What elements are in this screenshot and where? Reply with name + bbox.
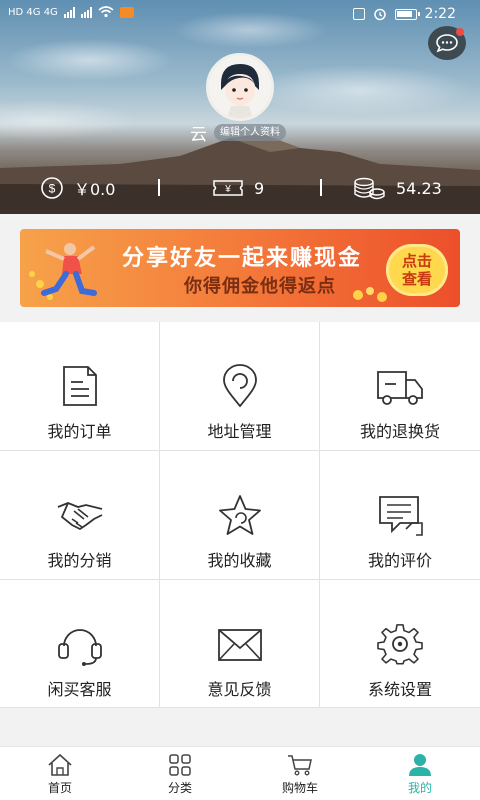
- menu-item-address[interactable]: 地址管理: [160, 322, 320, 451]
- signal-icon-2: [80, 6, 92, 18]
- menu-label: 我的评价: [367, 551, 432, 570]
- account-stats: $ ￥0.0 ¥ 9 54.23: [0, 174, 480, 202]
- location-pin-icon: [222, 364, 257, 408]
- jumping-person-illustration-icon: [29, 243, 97, 300]
- svg-text:¥: ¥: [224, 184, 231, 195]
- status-time: 2:22: [424, 6, 456, 22]
- menu-item-settings[interactable]: 系统设置: [320, 580, 480, 708]
- coupon-stat[interactable]: ¥ 9: [212, 174, 264, 202]
- menu-item-distribution[interactable]: 我的分销: [0, 451, 160, 580]
- username: 云: [190, 125, 207, 145]
- stats-divider: [158, 179, 160, 196]
- menu-grid: 我的订单 地址管理 我的退换货 我的分销 我的收藏 我的评价 闲买客服 意见反馈…: [0, 322, 480, 708]
- menu-label: 意见反馈: [207, 680, 272, 699]
- tab-label: 购物车: [281, 781, 318, 795]
- gear-icon: [377, 624, 423, 665]
- coin-stack-icon: [354, 177, 385, 200]
- cart-icon: [288, 755, 312, 776]
- home-icon: [48, 753, 72, 776]
- alarm-icon: [373, 8, 386, 21]
- order-list-icon: [62, 366, 97, 406]
- avatar-illustration-icon: [221, 64, 259, 118]
- battery-icon: [394, 8, 420, 20]
- unread-badge: [456, 28, 464, 36]
- menu-item-orders[interactable]: 我的订单: [0, 322, 160, 451]
- menu-label: 地址管理: [207, 422, 272, 441]
- points-value: 54.23: [396, 178, 442, 198]
- stats-divider-2: [320, 179, 322, 196]
- comment-icon: [379, 496, 423, 536]
- banner-button-line2: 查看: [401, 270, 432, 288]
- status-right: 2:22: [352, 6, 456, 22]
- menu-label: 闲买客服: [47, 680, 112, 699]
- coupon-value: 9: [254, 178, 265, 198]
- video-app-icon: [119, 6, 134, 18]
- messages-button[interactable]: [428, 26, 466, 60]
- menu-item-returns[interactable]: 我的退换货: [320, 322, 480, 451]
- menu-label: 我的收藏: [207, 551, 272, 570]
- banner-subtitle: 你得佣金他得返点: [184, 276, 336, 297]
- tab-mine[interactable]: 我的: [360, 747, 480, 800]
- edit-profile-button[interactable]: 编辑个人资料: [214, 124, 286, 141]
- status-bar: HD 4G 4G 2:22: [0, 0, 480, 30]
- menu-label: 我的订单: [47, 422, 112, 441]
- menu-label: 我的分销: [47, 551, 112, 570]
- profile-page: HD 4G 4G 2:22 云 编辑个人资料 $ ￥0.0 ¥ 9 54.23 …: [0, 0, 480, 800]
- coins-decoration-icon: [353, 287, 387, 302]
- menu-item-favorites[interactable]: 我的收藏: [160, 451, 320, 580]
- menu-item-customer-service[interactable]: 闲买客服: [0, 580, 160, 708]
- chat-bubble-icon: [436, 34, 458, 53]
- signal-icon: [63, 6, 75, 18]
- points-stat[interactable]: 54.23: [352, 174, 442, 202]
- delivery-truck-icon: [377, 371, 423, 405]
- menu-item-feedback[interactable]: 意见反馈: [160, 580, 320, 708]
- dollar-coin-icon: $: [41, 177, 63, 199]
- user-icon: [409, 754, 431, 776]
- tab-category[interactable]: 分类: [120, 747, 240, 800]
- menu-item-reviews[interactable]: 我的评价: [320, 451, 480, 580]
- balance-stat[interactable]: $ ￥0.0: [40, 174, 115, 202]
- network-text: HD 4G 4G: [8, 6, 58, 18]
- handshake-icon: [57, 502, 102, 531]
- status-left: HD 4G 4G: [8, 6, 134, 18]
- svg-text:$: $: [49, 182, 56, 196]
- category-grid-icon: [169, 754, 191, 776]
- avatar[interactable]: [206, 53, 274, 121]
- banner-view-button[interactable]: 点击 查看: [386, 244, 448, 296]
- nfc-icon: [352, 8, 365, 20]
- tab-cart[interactable]: 购物车: [240, 747, 360, 800]
- tab-label: 首页: [47, 781, 72, 795]
- coupon-ticket-icon: ¥: [213, 180, 243, 196]
- wifi-icon: [98, 6, 114, 18]
- menu-label: 系统设置: [367, 680, 432, 699]
- profile-header: HD 4G 4G 2:22 云 编辑个人资料 $ ￥0.0 ¥ 9 54.23: [0, 0, 480, 214]
- bottom-tab-bar: 首页 分类 购物车 我的: [0, 746, 480, 800]
- balance-value: ￥0.0: [74, 180, 116, 199]
- star-icon: [218, 495, 261, 535]
- tab-label: 我的: [407, 781, 432, 795]
- envelope-icon: [217, 629, 262, 661]
- tab-label: 分类: [167, 781, 192, 795]
- tab-home[interactable]: 首页: [0, 747, 120, 800]
- banner-title: 分享好友一起来赚现金: [122, 246, 363, 271]
- headset-icon: [57, 629, 102, 666]
- menu-label: 我的退换货: [359, 422, 440, 441]
- banner-button-line1: 点击: [401, 252, 432, 270]
